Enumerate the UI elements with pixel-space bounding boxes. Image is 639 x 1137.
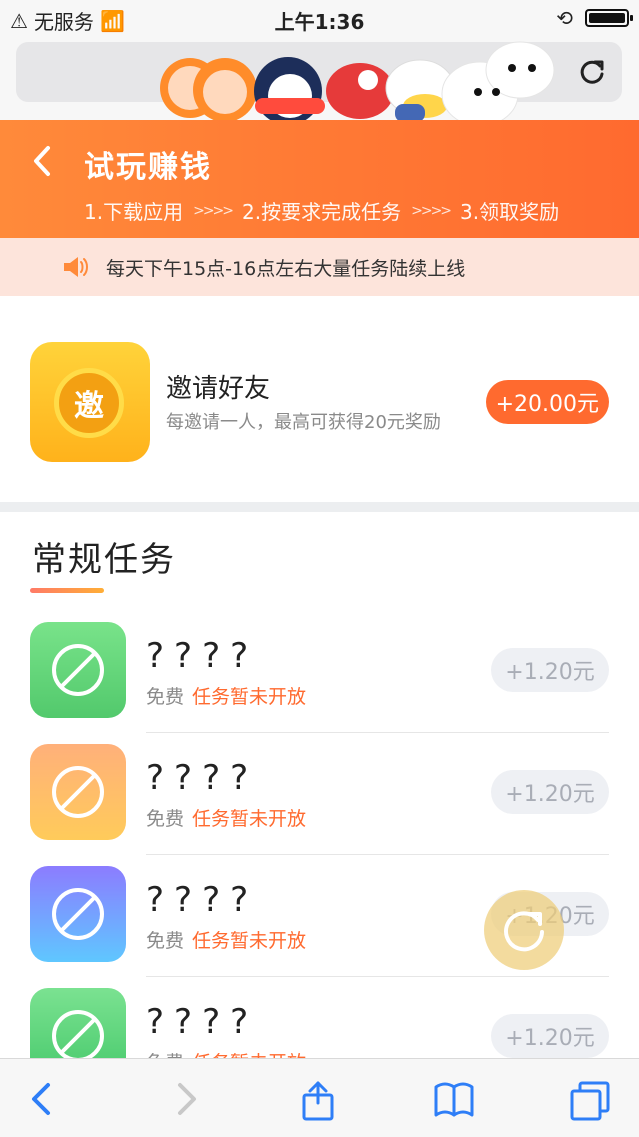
task-reward-badge[interactable]: +1.20元	[491, 648, 609, 692]
invite-coin: 邀	[54, 368, 124, 438]
steps-bar: 1.下载应用 >>>> 2.按要求完成任务 >>>> 3.领取奖励	[84, 196, 559, 225]
section-title: 常规任务	[32, 540, 176, 580]
speaker-icon	[64, 257, 88, 277]
task-meta: 免费任务暂未开放	[146, 926, 306, 953]
floating-refresh-button[interactable]	[484, 890, 564, 970]
task-app-icon	[30, 744, 126, 840]
unavailable-icon	[52, 888, 104, 940]
invite-friends-card[interactable]: 邀 邀请好友 每邀请一人，最高可获得20元奖励 +20.00元	[0, 296, 639, 502]
browser-toolbar	[0, 1058, 639, 1137]
task-name: ????	[146, 880, 259, 920]
task-row[interactable]: ???? 免费任务暂未开放 +1.20元	[0, 622, 639, 744]
notice-bar: 每天下午15点-16点左右大量任务陆续上线	[0, 238, 639, 296]
browser-address-area	[0, 36, 639, 127]
invite-app-icon: 邀	[30, 342, 150, 462]
task-meta: 免费任务暂未开放	[146, 804, 306, 831]
invite-reward-badge[interactable]: +20.00元	[485, 380, 609, 424]
status-right: ⟲	[556, 6, 633, 30]
rotation-lock-icon: ⟲	[556, 6, 573, 30]
unavailable-icon	[52, 766, 104, 818]
share-icon[interactable]	[294, 1077, 342, 1121]
step-2: 2.按要求完成任务	[242, 200, 402, 224]
section-title-underline	[30, 588, 104, 593]
task-status: 任务暂未开放	[192, 930, 307, 952]
battery-icon	[585, 9, 633, 27]
unavailable-icon	[52, 1010, 104, 1062]
back-nav-icon[interactable]	[20, 1077, 68, 1121]
status-bar: ⚠ 无服务 📶 上午1:36 ⟲	[0, 0, 639, 36]
task-app-icon	[30, 622, 126, 718]
invite-description: 每邀请一人，最高可获得20元奖励	[166, 412, 441, 433]
clock-label: 上午1:36	[274, 10, 365, 34]
task-row[interactable]: ???? 免费任务暂未开放 +1.20元	[0, 744, 639, 866]
task-app-icon	[30, 866, 126, 962]
notice-text: 每天下午15点-16点左右大量任务陆续上线	[106, 257, 466, 280]
task-name: ????	[146, 758, 259, 798]
task-name: ????	[146, 636, 259, 676]
bookmarks-icon[interactable]	[430, 1077, 478, 1121]
task-divider	[146, 732, 609, 733]
task-divider	[146, 976, 609, 977]
task-free-label: 免费	[146, 808, 185, 830]
step-chevrons-2: >>>>	[411, 202, 452, 219]
tabs-icon[interactable]	[566, 1077, 614, 1121]
back-icon[interactable]	[28, 144, 56, 178]
task-free-label: 免费	[146, 686, 185, 708]
forward-nav-icon[interactable]	[160, 1077, 208, 1121]
task-divider	[146, 854, 609, 855]
task-meta: 免费任务暂未开放	[146, 682, 306, 709]
task-status: 任务暂未开放	[192, 808, 307, 830]
refresh-icon	[504, 911, 544, 952]
task-status: 任务暂未开放	[192, 686, 307, 708]
step-1: 1.下载应用	[84, 200, 184, 224]
invite-title: 邀请好友	[166, 374, 271, 404]
step-chevrons-1: >>>>	[193, 202, 234, 219]
task-reward-badge[interactable]: +1.20元	[491, 1014, 609, 1058]
task-free-label: 免费	[146, 930, 185, 952]
invite-coin-char: 邀	[74, 389, 104, 424]
task-reward-badge[interactable]: +1.20元	[491, 770, 609, 814]
reload-icon[interactable]	[576, 56, 608, 88]
unavailable-icon	[52, 644, 104, 696]
task-name: ????	[146, 1002, 259, 1042]
page-title: 试玩赚钱	[84, 150, 212, 185]
step-3: 3.领取奖励	[460, 200, 560, 224]
hero-header: 试玩赚钱 1.下载应用 >>>> 2.按要求完成任务 >>>> 3.领取奖励	[0, 120, 639, 238]
section-divider	[0, 502, 639, 512]
mascot-banner-illustration	[160, 41, 555, 127]
